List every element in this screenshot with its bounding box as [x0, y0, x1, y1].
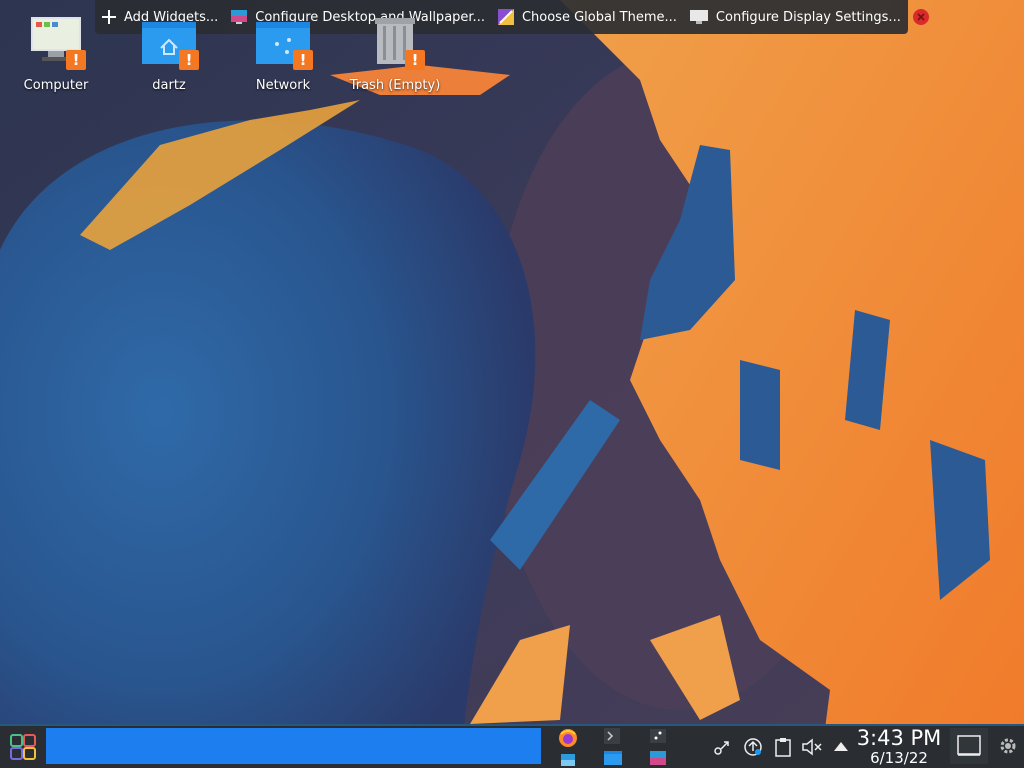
- warning-badge: !: [179, 50, 199, 70]
- close-toolbar-button[interactable]: [907, 0, 942, 34]
- tray-clipboard[interactable]: [771, 735, 795, 759]
- warning-badge: !: [293, 50, 313, 70]
- wallpaper: [0, 0, 1024, 768]
- task-firefox[interactable]: [558, 728, 578, 752]
- desktop-icon-trash[interactable]: ! Trash (Empty): [340, 14, 450, 93]
- task-theme[interactable]: [650, 750, 666, 768]
- clock-time[interactable]: 3:43 PM: [856, 726, 942, 750]
- terminal-icon: [604, 728, 620, 744]
- desktop-icon-label: Trash (Empty): [349, 78, 441, 93]
- tray-expand-button[interactable]: [829, 735, 853, 759]
- image-viewer-icon: [561, 754, 575, 766]
- updates-icon: [744, 738, 762, 756]
- task-terminal[interactable]: [604, 728, 620, 748]
- tray-volume[interactable]: [800, 735, 824, 759]
- warning-badge: !: [405, 50, 425, 70]
- desktop-icon-label: dartz: [152, 78, 186, 93]
- application-launcher-button[interactable]: [4, 728, 42, 766]
- desktop-icon-network[interactable]: ! Network: [228, 14, 338, 93]
- show-desktop-icon: [957, 735, 981, 756]
- global-theme-button[interactable]: Choose Global Theme...: [491, 0, 683, 34]
- desktop-icon-computer[interactable]: ! Computer: [1, 14, 111, 93]
- active-task-highlight[interactable]: [46, 728, 541, 764]
- clipboard-icon: [775, 738, 791, 757]
- task-image-viewer[interactable]: [561, 751, 575, 768]
- display-settings-label: Configure Display Settings...: [715, 9, 901, 25]
- firefox-icon: [559, 729, 577, 747]
- task-screenshot[interactable]: [650, 728, 666, 747]
- global-theme-label: Choose Global Theme...: [521, 9, 677, 25]
- app-launcher-icon: [10, 734, 36, 760]
- file-manager-icon: [604, 751, 622, 765]
- close-icon: [912, 9, 929, 25]
- theme-icon: [650, 751, 666, 765]
- warning-badge: !: [66, 50, 86, 70]
- desktop-icon-label: Computer: [23, 78, 89, 93]
- theme-icon: [497, 9, 514, 25]
- gear-icon: [1000, 738, 1016, 754]
- desktop-icon-label: Network: [255, 78, 311, 93]
- tray-updates[interactable]: [741, 735, 765, 759]
- panel-settings-button[interactable]: [998, 736, 1018, 760]
- volume-muted-icon: [802, 738, 822, 756]
- clock-date[interactable]: 6/13/22: [856, 749, 942, 767]
- display-icon: [689, 10, 708, 24]
- tray-kde-connect[interactable]: [710, 735, 734, 759]
- task-file-manager[interactable]: [604, 750, 622, 768]
- show-desktop-button[interactable]: [950, 728, 988, 764]
- expand-tray-icon: [834, 742, 848, 751]
- desktop-icon-home[interactable]: ! dartz: [114, 14, 224, 93]
- screenshot-icon: [650, 729, 666, 743]
- kde-connect-icon: [714, 741, 729, 755]
- display-settings-button[interactable]: Configure Display Settings...: [683, 0, 907, 34]
